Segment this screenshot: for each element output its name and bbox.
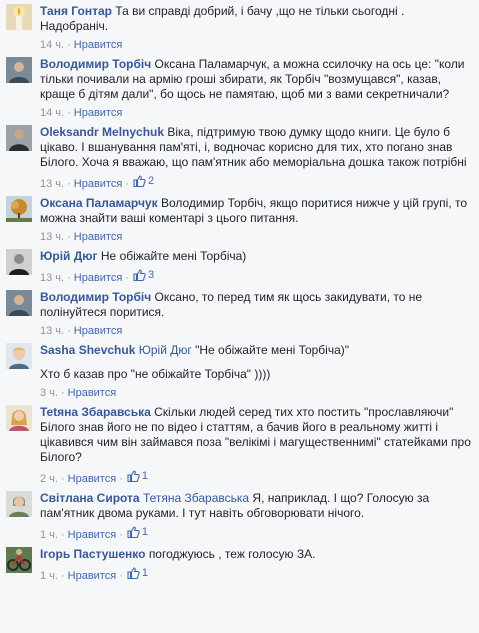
like-count[interactable]: 1 bbox=[126, 524, 148, 540]
like-count[interactable]: 1 bbox=[126, 565, 148, 581]
comment-meta: 13 ч. · Нравится · 3 bbox=[40, 267, 155, 284]
comment-author[interactable]: Sasha Shevchuk bbox=[40, 343, 135, 357]
tree-avatar[interactable] bbox=[6, 196, 32, 222]
comment-author[interactable]: Світлана Сирота bbox=[40, 491, 140, 505]
comment-time[interactable]: 13 ч. bbox=[40, 325, 64, 337]
comment-list: Таня Гонтар Та ви справді добрий, і бачу… bbox=[0, 0, 479, 584]
comment-author[interactable]: Tetяна Збаравська bbox=[40, 405, 151, 419]
man-bw-avatar[interactable] bbox=[6, 249, 32, 275]
like-count-value: 3 bbox=[147, 269, 155, 281]
thumbs-up-icon bbox=[127, 470, 140, 482]
comment-author[interactable]: Таня Гонтар bbox=[40, 4, 112, 18]
comment-time[interactable]: 13 ч. bbox=[40, 231, 64, 243]
like-button[interactable]: Нравится bbox=[74, 231, 123, 243]
like-count[interactable]: 3 bbox=[132, 267, 154, 283]
comment-meta: 13 ч. · Нравится bbox=[40, 231, 123, 243]
comment-meta: 13 ч. · Нравится bbox=[40, 325, 123, 337]
comment: Oleksandr Melnychuk Віка, підтримую твою… bbox=[0, 121, 479, 192]
comment-meta: 14 ч. · Нравится bbox=[40, 39, 123, 51]
like-button[interactable]: Нравится bbox=[74, 325, 123, 337]
comment-meta: 13 ч. · Нравится · 2 bbox=[40, 173, 155, 190]
comment-mention[interactable]: Тетяна Збаравська bbox=[143, 491, 249, 505]
comment-author[interactable]: Ігорь Пастушенко bbox=[40, 547, 145, 561]
comment: Світлана Сирота Тетяна Збаравська Я, нап… bbox=[0, 487, 479, 543]
comment-author[interactable]: Володимир Торбіч bbox=[40, 57, 151, 71]
comment: Володимир Торбіч Оксано, то перед тим як… bbox=[0, 286, 479, 339]
comment-time[interactable]: 14 ч. bbox=[40, 107, 64, 119]
comment-text: погоджуюсь , теж голосую ЗА. bbox=[148, 547, 316, 561]
like-count[interactable]: 1 bbox=[126, 468, 148, 484]
comment-author[interactable]: Oleksandr Melnychuk bbox=[40, 125, 164, 139]
comment-time[interactable]: 3 ч. bbox=[40, 387, 58, 399]
like-button[interactable]: Нравится bbox=[68, 387, 117, 399]
thumbs-up-icon bbox=[127, 567, 140, 579]
thumbs-up-icon bbox=[127, 526, 140, 538]
comment: Таня Гонтар Та ви справді добрий, і бачу… bbox=[0, 0, 479, 53]
like-button[interactable]: Нравится bbox=[74, 272, 123, 284]
comment-time[interactable]: 1 ч. bbox=[40, 570, 58, 582]
like-button[interactable]: Нравится bbox=[74, 178, 123, 190]
comment-author[interactable]: Володимир Торбіч bbox=[40, 290, 151, 304]
comment-time[interactable]: 13 ч. bbox=[40, 272, 64, 284]
candle-avatar[interactable] bbox=[6, 4, 32, 30]
like-button[interactable]: Нравится bbox=[68, 529, 117, 541]
comment-time[interactable]: 2 ч. bbox=[40, 473, 58, 485]
blond-avatar[interactable] bbox=[6, 343, 32, 369]
like-count[interactable]: 2 bbox=[132, 173, 154, 189]
bike-avatar[interactable] bbox=[6, 547, 32, 573]
comment-meta: 1 ч. · Нравится · 1 bbox=[40, 524, 148, 541]
comment-mention[interactable]: Юрій Дюг bbox=[139, 343, 192, 357]
comment-meta: 3 ч. · Нравится bbox=[40, 387, 117, 399]
comment-time[interactable]: 14 ч. bbox=[40, 39, 64, 51]
comment-text-paragraph: Хто б казав про "не обіжайте Торбіча" ))… bbox=[40, 367, 271, 381]
comment: Tetяна Збаравська Скільки людей серед ти… bbox=[0, 401, 479, 487]
woman-gray-avatar[interactable] bbox=[6, 491, 32, 517]
like-count-value: 1 bbox=[141, 470, 148, 482]
comment: Оксана Паламарчук Володимир Торбіч, якщо… bbox=[0, 192, 479, 245]
like-count-value: 1 bbox=[141, 567, 148, 579]
comment-author[interactable]: Юрій Дюг bbox=[40, 249, 98, 263]
comment-meta: 1 ч. · Нравится · 1 bbox=[40, 565, 148, 582]
comment-author[interactable]: Оксана Паламарчук bbox=[40, 196, 158, 210]
comment: Юрій Дюг Не обіжайте мені Торбіча) 13 ч.… bbox=[0, 245, 479, 286]
comment-meta: 14 ч. · Нравится bbox=[40, 107, 123, 119]
comment: Sasha Shevchuk Юрій Дюг "Не обіжайте мен… bbox=[0, 339, 479, 401]
comment-time[interactable]: 1 ч. bbox=[40, 529, 58, 541]
woman-avatar[interactable] bbox=[6, 405, 32, 431]
comment: Ігорь Пастушенко погоджуюсь , теж голосу… bbox=[0, 543, 479, 584]
man-avatar[interactable] bbox=[6, 57, 32, 83]
man-dark-avatar[interactable] bbox=[6, 125, 32, 151]
thumbs-up-icon bbox=[133, 175, 146, 187]
like-count-value: 2 bbox=[147, 175, 155, 187]
comment-text: Не обіжайте мені Торбіча) bbox=[100, 249, 247, 263]
like-button[interactable]: Нравится bbox=[74, 107, 123, 119]
comment-text: "Не обіжайте мені Торбіча)" bbox=[195, 343, 350, 357]
like-count-value: 1 bbox=[141, 526, 148, 538]
man-avatar[interactable] bbox=[6, 290, 32, 316]
like-button[interactable]: Нравится bbox=[68, 473, 117, 485]
comment: Володимир Торбіч Оксана Паламарчук, а мо… bbox=[0, 53, 479, 121]
like-button[interactable]: Нравится bbox=[74, 39, 123, 51]
like-button[interactable]: Нравится bbox=[68, 570, 117, 582]
comment-meta: 2 ч. · Нравится · 1 bbox=[40, 468, 148, 485]
thumbs-up-icon bbox=[133, 269, 146, 281]
comment-time[interactable]: 13 ч. bbox=[40, 178, 64, 190]
